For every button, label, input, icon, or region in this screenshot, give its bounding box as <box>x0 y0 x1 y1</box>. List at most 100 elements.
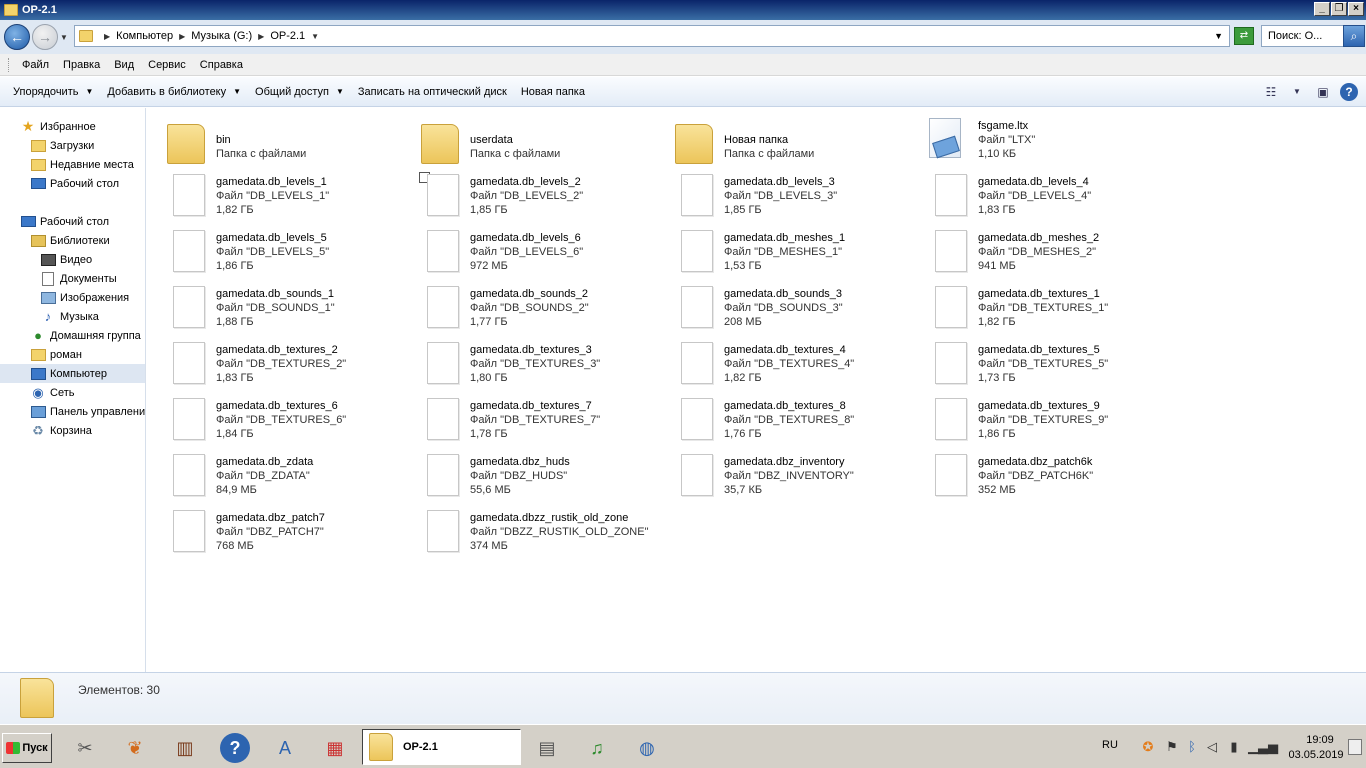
help-icon[interactable]: ? <box>1340 83 1358 101</box>
antivirus-icon[interactable]: ✪ <box>1140 739 1156 755</box>
file-item[interactable]: gamedata.db_meshes_2 Файл "DB_MESHES_2" 94… <box>909 228 1163 282</box>
nav-video[interactable]: Видео <box>40 250 92 269</box>
device-icon[interactable]: ▮ <box>1226 739 1242 755</box>
back-button[interactable]: ← <box>4 24 30 50</box>
file-item[interactable]: gamedata.db_zdata Файл "DB_ZDATA" 84,9 МБ <box>147 452 401 506</box>
menu-help[interactable]: Справка <box>193 59 250 71</box>
file-item[interactable]: gamedata.db_textures_3 Файл "DB_TEXTURES_… <box>401 340 655 394</box>
file-item[interactable]: userdata Папка с файлами <box>401 116 655 170</box>
file-item[interactable]: gamedata.db_sounds_2 Файл "DB_SOUNDS_2" 1,… <box>401 284 655 338</box>
breadcrumb-drive[interactable]: Музыка (G:) <box>190 30 253 42</box>
chevron-right-icon[interactable]: ▼ <box>311 32 319 41</box>
menu-file[interactable]: Файл <box>15 59 56 71</box>
file-item[interactable]: gamedata.dbz_huds Файл "DBZ_HUDS" 55,6 МБ <box>401 452 655 506</box>
chevron-right-icon[interactable]: ▶ <box>258 32 264 41</box>
office-icon[interactable]: ▦ <box>320 733 350 763</box>
file-item[interactable]: gamedata.db_textures_2 Файл "DB_TEXTURES_… <box>147 340 401 394</box>
nav-recent-places[interactable]: Недавние места <box>30 155 134 174</box>
chevron-right-icon[interactable]: ▶ <box>104 32 110 41</box>
file-item[interactable]: gamedata.dbz_patch6k Файл "DBZ_PATCH6K" 35… <box>909 452 1163 506</box>
media-icon[interactable]: ♫ <box>582 733 612 763</box>
minimize-button[interactable]: _ <box>1314 2 1330 16</box>
flag-icon[interactable]: ⚑ <box>1164 739 1180 755</box>
add-to-library-button[interactable]: Добавить в библиотеку ▼ <box>100 86 248 98</box>
nav-downloads[interactable]: Загрузки <box>30 136 94 155</box>
file-item[interactable]: gamedata.db_textures_1 Файл "DB_TEXTURES_… <box>909 284 1163 338</box>
file-item[interactable]: gamedata.dbz_inventory Файл "DBZ_INVENTOR… <box>655 452 909 506</box>
bluetooth-icon[interactable]: ᛒ <box>1184 739 1200 755</box>
view-options-icon[interactable]: ☷ <box>1262 84 1280 100</box>
file-item[interactable]: gamedata.db_levels_6 Файл "DB_LEVELS_6" 97… <box>401 228 655 282</box>
file-item[interactable]: gamedata.db_levels_4 Файл "DB_LEVELS_4" 1,… <box>909 172 1163 226</box>
file-item[interactable]: gamedata.db_levels_2 Файл "DB_LEVELS_2" 1,… <box>401 172 655 226</box>
close-button[interactable]: × <box>1348 2 1364 16</box>
file-item[interactable]: bin Папка с файлами <box>147 116 401 170</box>
file-item[interactable]: gamedata.db_textures_9 Файл "DB_TEXTURES_… <box>909 396 1163 450</box>
nav-pictures[interactable]: Изображения <box>40 288 129 307</box>
volume-icon[interactable]: ◁ <box>1204 739 1220 755</box>
clock-time[interactable]: 19:09 <box>1290 734 1350 746</box>
file-item[interactable]: gamedata.db_levels_5 Файл "DB_LEVELS_5" 1,… <box>147 228 401 282</box>
butterfly-icon[interactable]: ❦ <box>120 733 150 763</box>
wordpad-icon[interactable]: A <box>270 733 300 763</box>
forward-button[interactable]: → <box>32 24 58 50</box>
language-indicator[interactable]: RU <box>1102 739 1118 751</box>
file-item[interactable]: fsgame.ltx Файл "LTX" 1,10 КБ <box>909 116 1163 170</box>
history-dropdown[interactable]: ▼ <box>60 33 68 42</box>
refresh-button[interactable]: ⇄ <box>1234 27 1254 45</box>
file-name: gamedata.db_textures_8 <box>724 400 846 412</box>
nav-desktop[interactable]: Рабочий стол <box>20 212 109 231</box>
nav-computer[interactable]: Компьютер <box>0 364 145 383</box>
file-item[interactable]: gamedata.db_textures_6 Файл "DB_TEXTURES_… <box>147 396 401 450</box>
nav-music[interactable]: ♪ Музыка <box>40 307 99 326</box>
share-button[interactable]: Общий доступ ▼ <box>248 86 351 98</box>
file-item[interactable]: gamedata.db_textures_7 Файл "DB_TEXTURES_… <box>401 396 655 450</box>
preview-pane-icon[interactable]: ▣ <box>1314 84 1332 100</box>
breadcrumb-folder[interactable]: OP-2.1 <box>269 30 306 42</box>
new-folder-button[interactable]: Новая папка <box>514 86 592 98</box>
file-item[interactable]: gamedata.db_sounds_3 Файл "DB_SOUNDS_3" 20… <box>655 284 909 338</box>
nav-recycle-bin[interactable]: ♻ Корзина <box>30 421 92 440</box>
clock-date[interactable]: 03.05.2019 <box>1282 749 1350 761</box>
file-item[interactable]: gamedata.db_textures_8 Файл "DB_TEXTURES_… <box>655 396 909 450</box>
taskbar-window-op21[interactable]: OP-2.1 <box>362 729 521 765</box>
organize-button[interactable]: Упорядочить ▼ <box>6 86 100 98</box>
file-item[interactable]: gamedata.db_textures_5 Файл "DB_TEXTURES_… <box>909 340 1163 394</box>
nav-homegroup[interactable]: ● Домашняя группа <box>30 326 141 345</box>
nav-control-panel[interactable]: Панель управлени <box>30 402 145 421</box>
burn-disc-button[interactable]: Записать на оптический диск <box>351 86 514 98</box>
file-item[interactable]: Новая папка Папка с файлами <box>655 116 909 170</box>
signal-icon[interactable]: ▁▃▅ <box>1248 739 1278 755</box>
books-icon[interactable]: ▥ <box>170 733 200 763</box>
search-button[interactable]: ⌕ <box>1343 25 1365 47</box>
nav-user[interactable]: роман <box>30 345 82 364</box>
help-icon[interactable]: ? <box>220 733 250 763</box>
address-bar[interactable]: ▶ Компьютер ▶ Музыка (G:) ▶ OP-2.1 ▼ ▼ <box>74 25 1230 47</box>
maximize-button[interactable]: ❐ <box>1331 2 1347 16</box>
menu-view[interactable]: Вид <box>107 59 141 71</box>
chevron-right-icon[interactable]: ▶ <box>179 32 185 41</box>
address-dropdown-icon[interactable]: ▼ <box>1214 31 1223 41</box>
show-desktop-button[interactable] <box>1348 739 1362 755</box>
file-item[interactable]: gamedata.db_textures_4 Файл "DB_TEXTURES_… <box>655 340 909 394</box>
nav-desktop-fav[interactable]: Рабочий стол <box>30 174 119 193</box>
menu-tools[interactable]: Сервис <box>141 59 193 71</box>
nav-documents[interactable]: Документы <box>40 269 117 288</box>
file-item[interactable]: gamedata.db_meshes_1 Файл "DB_MESHES_1" 1,… <box>655 228 909 282</box>
nav-network[interactable]: ◉ Сеть <box>30 383 74 402</box>
nav-libraries[interactable]: Библиотеки <box>30 231 110 250</box>
tools-icon[interactable]: ✂ <box>70 733 100 763</box>
file-item[interactable]: gamedata.db_levels_3 Файл "DB_LEVELS_3" 1,… <box>655 172 909 226</box>
menu-edit[interactable]: Правка <box>56 59 107 71</box>
start-button[interactable]: Пуск <box>2 733 52 763</box>
file-item[interactable]: gamedata.dbzz_rustik_old_zone Файл "DBZZ_… <box>401 508 655 562</box>
chevron-down-icon[interactable]: ▼ <box>1288 84 1306 100</box>
file-item[interactable]: gamedata.dbz_patch7 Файл "DBZ_PATCH7" 768 … <box>147 508 401 562</box>
globe-icon[interactable]: ◍ <box>632 733 662 763</box>
nav-favorites[interactable]: ★ Избранное <box>20 117 96 136</box>
calculator-icon[interactable]: ▤ <box>532 733 562 763</box>
file-item[interactable]: gamedata.db_levels_1 Файл "DB_LEVELS_1" 1,… <box>147 172 401 226</box>
file-item[interactable]: gamedata.db_sounds_1 Файл "DB_SOUNDS_1" 1,… <box>147 284 401 338</box>
search-input[interactable]: Поиск: О... <box>1261 25 1344 47</box>
breadcrumb-computer[interactable]: Компьютер <box>115 30 174 42</box>
